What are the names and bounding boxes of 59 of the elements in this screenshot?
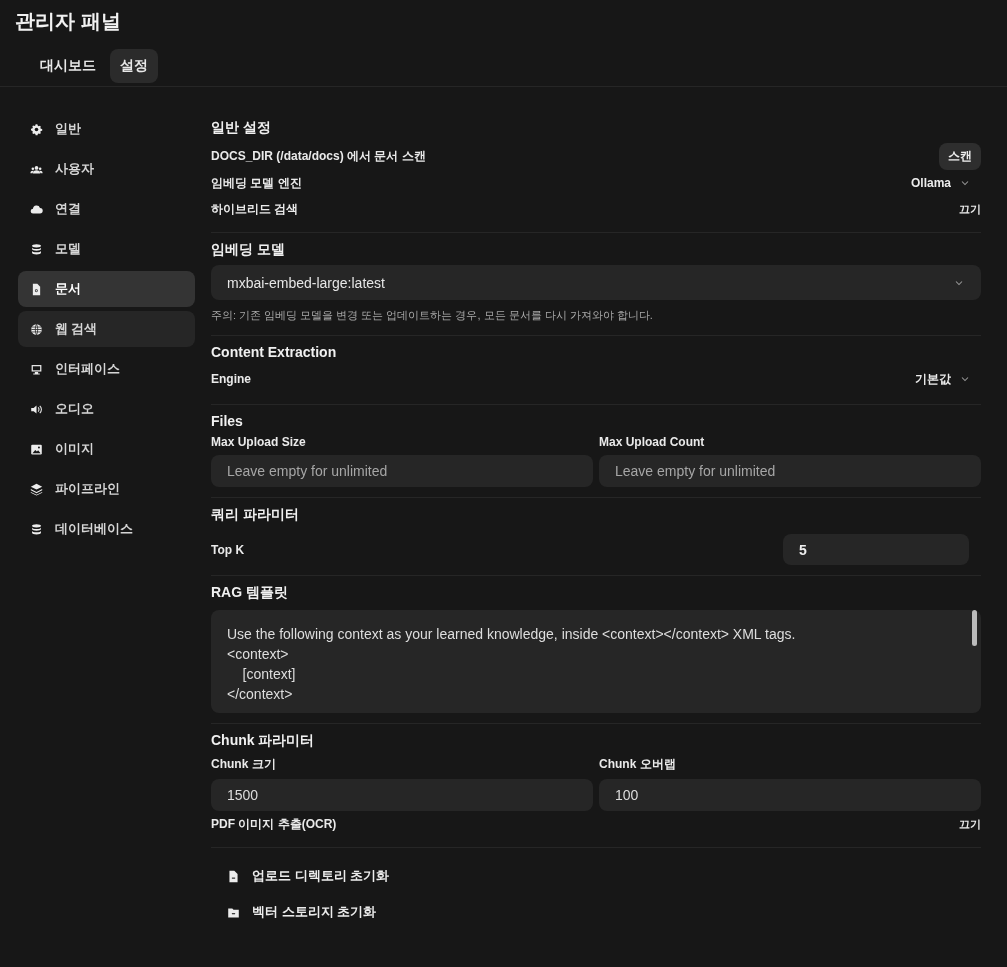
sidebar-item[interactable]: 사용자 — [18, 151, 195, 187]
template-textarea[interactable]: Use the following context as your learned knowledge, inside <context></context> XML tags. <context> [context] </context> — [211, 610, 981, 713]
database-icon — [30, 522, 43, 536]
document-search-icon — [30, 282, 43, 296]
section-title: 일반 설정 — [211, 119, 272, 137]
gear-icon — [30, 122, 43, 136]
monitor-icon — [30, 362, 43, 376]
setting-label: Engine — [211, 372, 251, 386]
scrollbar-thumb[interactable] — [972, 610, 977, 646]
section-title: 임베딩 모델 — [211, 241, 286, 259]
toggle-button[interactable]: 끄기 — [959, 201, 981, 217]
sidebar-item[interactable]: 일반 — [18, 111, 195, 147]
select-dropdown[interactable]: Ollama — [910, 176, 981, 190]
file-icon — [227, 869, 240, 883]
section-title: 쿼리 파라미터 — [211, 506, 300, 524]
section-title: Files — [211, 413, 244, 429]
sidebar-item[interactable]: 데이터베이스 — [18, 511, 195, 547]
setting-label: 임베딩 모델 엔진 — [211, 174, 302, 192]
toggle-button[interactable]: 끄기 — [959, 816, 981, 832]
field-label: Chunk 오버랩 — [599, 756, 677, 773]
sidebar-item[interactable]: 웹 검색 — [18, 311, 195, 347]
setting-label: PDF 이미지 추출(OCR) — [211, 815, 337, 833]
sidebar-item[interactable]: 파이프라인 — [18, 471, 195, 507]
sidebar-item[interactable]: 연결 — [18, 191, 195, 227]
section-title: Content Extraction — [211, 344, 338, 360]
model-select[interactable]: mxbai-embed-large:latest — [211, 265, 981, 300]
setting-label: 하이브리드 검색 — [211, 200, 299, 218]
page-title: 관리자 패널 — [15, 9, 122, 34]
nav-tab[interactable]: 설정 — [110, 49, 158, 83]
sidebar-item[interactable]: 인터페이스 — [18, 351, 195, 387]
layers-icon — [30, 482, 43, 496]
reset-button[interactable]: 업로드 디렉토리 초기화 — [227, 858, 981, 894]
input-field[interactable]: Leave empty for unlimited — [211, 455, 593, 487]
reset-button[interactable]: 벡터 스토리지 초기화 — [227, 894, 981, 930]
sidebar-item[interactable]: 모델 — [18, 231, 195, 267]
field-label: Chunk 크기 — [211, 756, 277, 773]
section-title: RAG 템플릿 — [211, 584, 289, 602]
nav-tab[interactable]: 대시보드 — [30, 49, 106, 83]
warning-note: 주의: 기존 임베딩 모델을 변경 또는 업데이트하는 경우, 모든 문서를 다시 가져와야 합니다. — [211, 308, 654, 323]
section-title: Chunk 파라미터 — [211, 732, 316, 750]
sidebar-item[interactable]: 문서 — [18, 271, 195, 307]
field-label: Max Upload Size — [211, 435, 307, 449]
database-icon — [30, 242, 43, 256]
globe-icon — [30, 322, 43, 336]
image-icon — [30, 442, 43, 456]
setting-label: Top K — [211, 542, 245, 557]
input-field[interactable]: 1500 — [211, 779, 593, 811]
number-field[interactable]: 5 — [783, 534, 969, 565]
select-dropdown[interactable]: 기본값 — [915, 370, 981, 388]
speaker-icon — [30, 402, 43, 416]
sidebar-item[interactable]: 오디오 — [18, 391, 195, 427]
folder-icon — [227, 905, 240, 919]
input-field[interactable]: 100 — [599, 779, 981, 811]
field-label: Max Upload Count — [599, 435, 706, 449]
scan-button[interactable]: 스캔 — [939, 143, 981, 170]
cloud-icon — [30, 202, 43, 216]
setting-label: DOCS_DIR (/data/docs) 에서 문서 스캔 — [211, 148, 426, 165]
input-field[interactable]: Leave empty for unlimited — [599, 455, 981, 487]
sidebar-item[interactable]: 이미지 — [18, 431, 195, 467]
